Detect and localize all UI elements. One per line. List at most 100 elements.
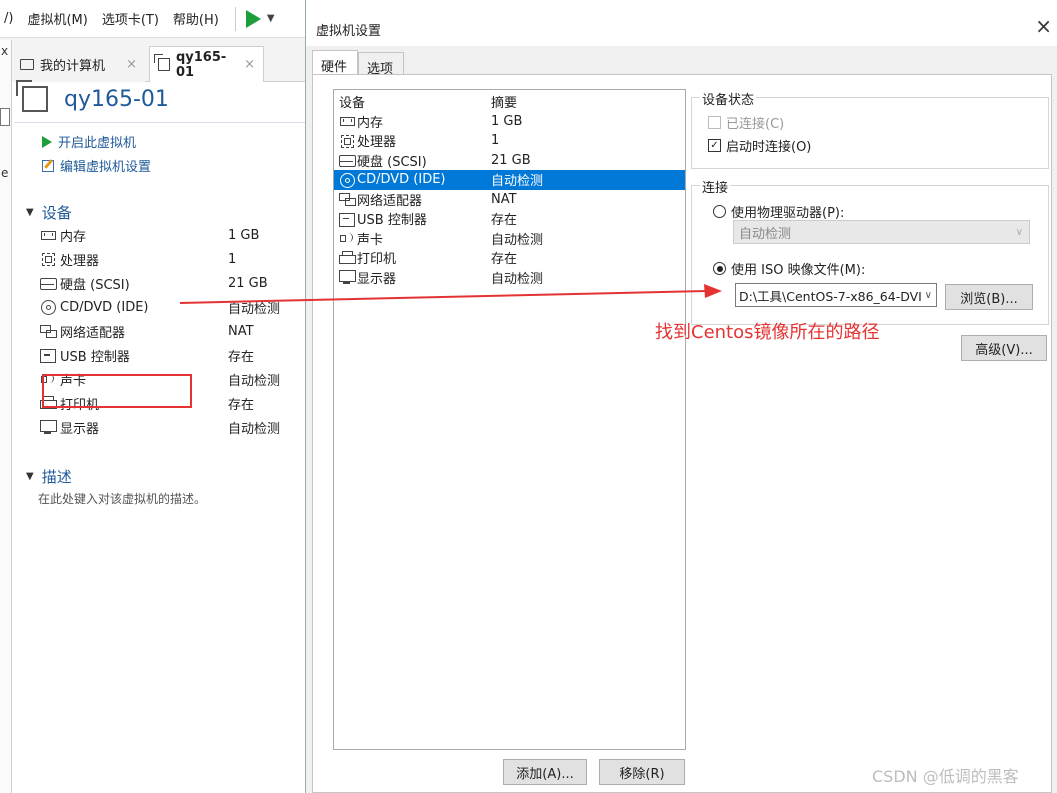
tab-label: 我的计算机: [40, 58, 106, 74]
device-value: 21 GB: [228, 275, 268, 291]
description-text[interactable]: 在此处键入对该虚拟机的描述。: [38, 490, 206, 507]
device-name: 内存: [60, 229, 87, 245]
device-summary: 自动检测: [491, 232, 544, 248]
edge-char: e: [1, 166, 9, 180]
monitor-icon: [339, 270, 356, 284]
edit-vm-settings-link[interactable]: 编辑虚拟机设置: [42, 156, 151, 175]
vm-header: qy165-01: [16, 80, 169, 112]
device-name: CD/DVD (IDE): [357, 172, 446, 188]
device-name-cell: 显示器: [40, 418, 228, 437]
section-title: 设备: [41, 204, 72, 222]
close-icon[interactable]: ×: [244, 57, 255, 72]
connected-checkbox[interactable]: 已连接(C): [708, 113, 784, 132]
library-sidebar-edge: x e: [0, 40, 12, 793]
usb-icon: [339, 212, 355, 227]
power-on-vm-link[interactable]: 开启此虚拟机: [42, 132, 136, 151]
device-value: 自动检测: [228, 301, 281, 317]
cd-dvd-highlight-box: [42, 374, 192, 408]
vm-device-row[interactable]: 硬盘 (SCSI) 21 GB: [40, 272, 310, 294]
device-name-cell: 处理器: [40, 250, 228, 269]
cd-dvd-icon: [339, 172, 355, 188]
menu-help[interactable]: 帮助(H): [173, 9, 219, 28]
tab-hardware[interactable]: 硬件: [312, 50, 358, 76]
column-header-summary: 摘要: [491, 96, 518, 112]
device-name-cell: 内存: [334, 112, 491, 131]
action-label: 开启此虚拟机: [58, 136, 137, 151]
device-list-row[interactable]: 处理器 1: [334, 131, 685, 151]
connect-on-start-checkbox[interactable]: ✓ 启动时连接(O): [708, 136, 811, 155]
vm-device-row[interactable]: USB 控制器 存在: [40, 344, 310, 366]
iso-path-input[interactable]: D:\工具\CentOS-7-x86_64-DVI ∨: [735, 283, 937, 307]
vm-icon: [154, 54, 170, 71]
device-name-cell: 打印机: [334, 248, 491, 267]
device-value: 自动检测: [228, 373, 281, 389]
hard-disk-icon: [40, 276, 57, 290]
hard-disk-icon: [339, 153, 356, 168]
device-status-group: 设备状态 已连接(C) ✓ 启动时连接(O): [691, 89, 1049, 169]
device-list[interactable]: 设备 摘要 内存 1 GB 处理器 1 硬盘 (SCSI) 21 GB CD/DVD (ID…: [333, 89, 686, 750]
collapse-icon: ▼: [26, 207, 34, 218]
menu-tabs[interactable]: 选项卡(T): [102, 9, 159, 28]
sound-card-icon: [339, 231, 355, 245]
hardware-panel: 设备 摘要 内存 1 GB 处理器 1 硬盘 (SCSI) 21 GB CD/DVD (ID…: [312, 74, 1052, 793]
computer-icon: [20, 58, 34, 70]
edit-icon: [42, 159, 54, 172]
device-list-row[interactable]: 声卡 自动检测: [334, 229, 685, 249]
check-icon: ✓: [708, 139, 721, 152]
device-list-row[interactable]: 打印机 存在: [334, 248, 685, 268]
device-name-cell: 网络适配器: [40, 322, 228, 341]
devices-section-header[interactable]: ▼ 设备: [26, 202, 72, 223]
device-list-row[interactable]: USB 控制器 存在: [334, 209, 685, 229]
annotation-text: 找到Centos镜像所在的路径: [655, 322, 880, 343]
device-name: 处理器: [357, 135, 397, 151]
memory-icon: [339, 114, 355, 128]
device-list-row[interactable]: 内存 1 GB: [334, 112, 685, 132]
tab-bar: 我的计算机 × qy165-01 ×: [0, 38, 310, 82]
close-icon[interactable]: ×: [1035, 14, 1052, 38]
device-summary: 自动检测: [491, 174, 544, 190]
device-name: 硬盘 (SCSI): [357, 154, 427, 170]
chevron-down-icon: ∨: [1015, 226, 1023, 238]
vm-name: qy165-01: [64, 86, 169, 112]
vm-device-row[interactable]: 网络适配器 NAT: [40, 320, 310, 342]
device-name-cell: CD/DVD (IDE): [40, 300, 228, 315]
tab-options[interactable]: 选项: [358, 52, 404, 77]
advanced-button[interactable]: 高级(V)...: [961, 335, 1047, 361]
vm-device-row[interactable]: 显示器 自动检测: [40, 416, 310, 438]
sidebar-search-box[interactable]: [0, 108, 10, 126]
add-device-button[interactable]: 添加(A)...: [503, 759, 587, 785]
device-summary: 存在: [491, 252, 518, 268]
menu-vm[interactable]: 虚拟机(M): [27, 9, 87, 28]
tab-my-computer[interactable]: 我的计算机 ×: [12, 46, 145, 82]
menu-cut-item[interactable]: /): [4, 11, 13, 26]
vm-settings-dialog: 虚拟机设置 × 硬件 选项 设备 摘要 内存 1 GB 处理器 1 硬盘 (SCSI) 2…: [305, 0, 1057, 793]
device-list-row[interactable]: 硬盘 (SCSI) 21 GB: [334, 151, 685, 171]
vm-device-row[interactable]: 内存 1 GB: [40, 224, 310, 246]
device-list-row[interactable]: CD/DVD (IDE) 自动检测: [334, 170, 685, 190]
cpu-icon: [40, 252, 56, 266]
radio-label: 使用物理驱动器(P):: [731, 206, 845, 221]
radio-circle: [713, 205, 726, 218]
power-on-button[interactable]: ▼: [234, 6, 275, 31]
device-name: 声卡: [357, 232, 384, 248]
device-value: 存在: [228, 349, 255, 365]
group-title: 连接: [700, 177, 731, 196]
browse-button[interactable]: 浏览(B)...: [945, 284, 1033, 310]
physical-drive-select[interactable]: 自动检测 ∨: [733, 220, 1030, 244]
physical-drive-radio[interactable]: 使用物理驱动器(P):: [713, 202, 844, 221]
device-name: 显示器: [357, 271, 397, 287]
tab-qy165-01[interactable]: qy165-01 ×: [149, 46, 264, 82]
iso-image-radio[interactable]: 使用 ISO 映像文件(M):: [713, 259, 865, 278]
chevron-down-icon[interactable]: ∨: [922, 289, 932, 301]
device-name: 硬盘 (SCSI): [60, 277, 130, 293]
screen: /) 虚拟机(M) 选项卡(T) 帮助(H) ▼ 我的计算机 × qy165-0…: [0, 0, 1057, 793]
vm-device-row[interactable]: 处理器 1: [40, 248, 310, 270]
device-list-row[interactable]: 网络适配器 NAT: [334, 190, 685, 210]
vm-device-row[interactable]: CD/DVD (IDE) 自动检测: [40, 296, 310, 318]
section-title: 描述: [41, 468, 72, 486]
remove-device-button[interactable]: 移除(R): [599, 759, 685, 785]
description-section-header[interactable]: ▼ 描述: [26, 466, 72, 487]
device-name: 打印机: [357, 252, 397, 268]
device-list-row[interactable]: 显示器 自动检测: [334, 268, 685, 288]
close-icon[interactable]: ×: [126, 57, 137, 72]
